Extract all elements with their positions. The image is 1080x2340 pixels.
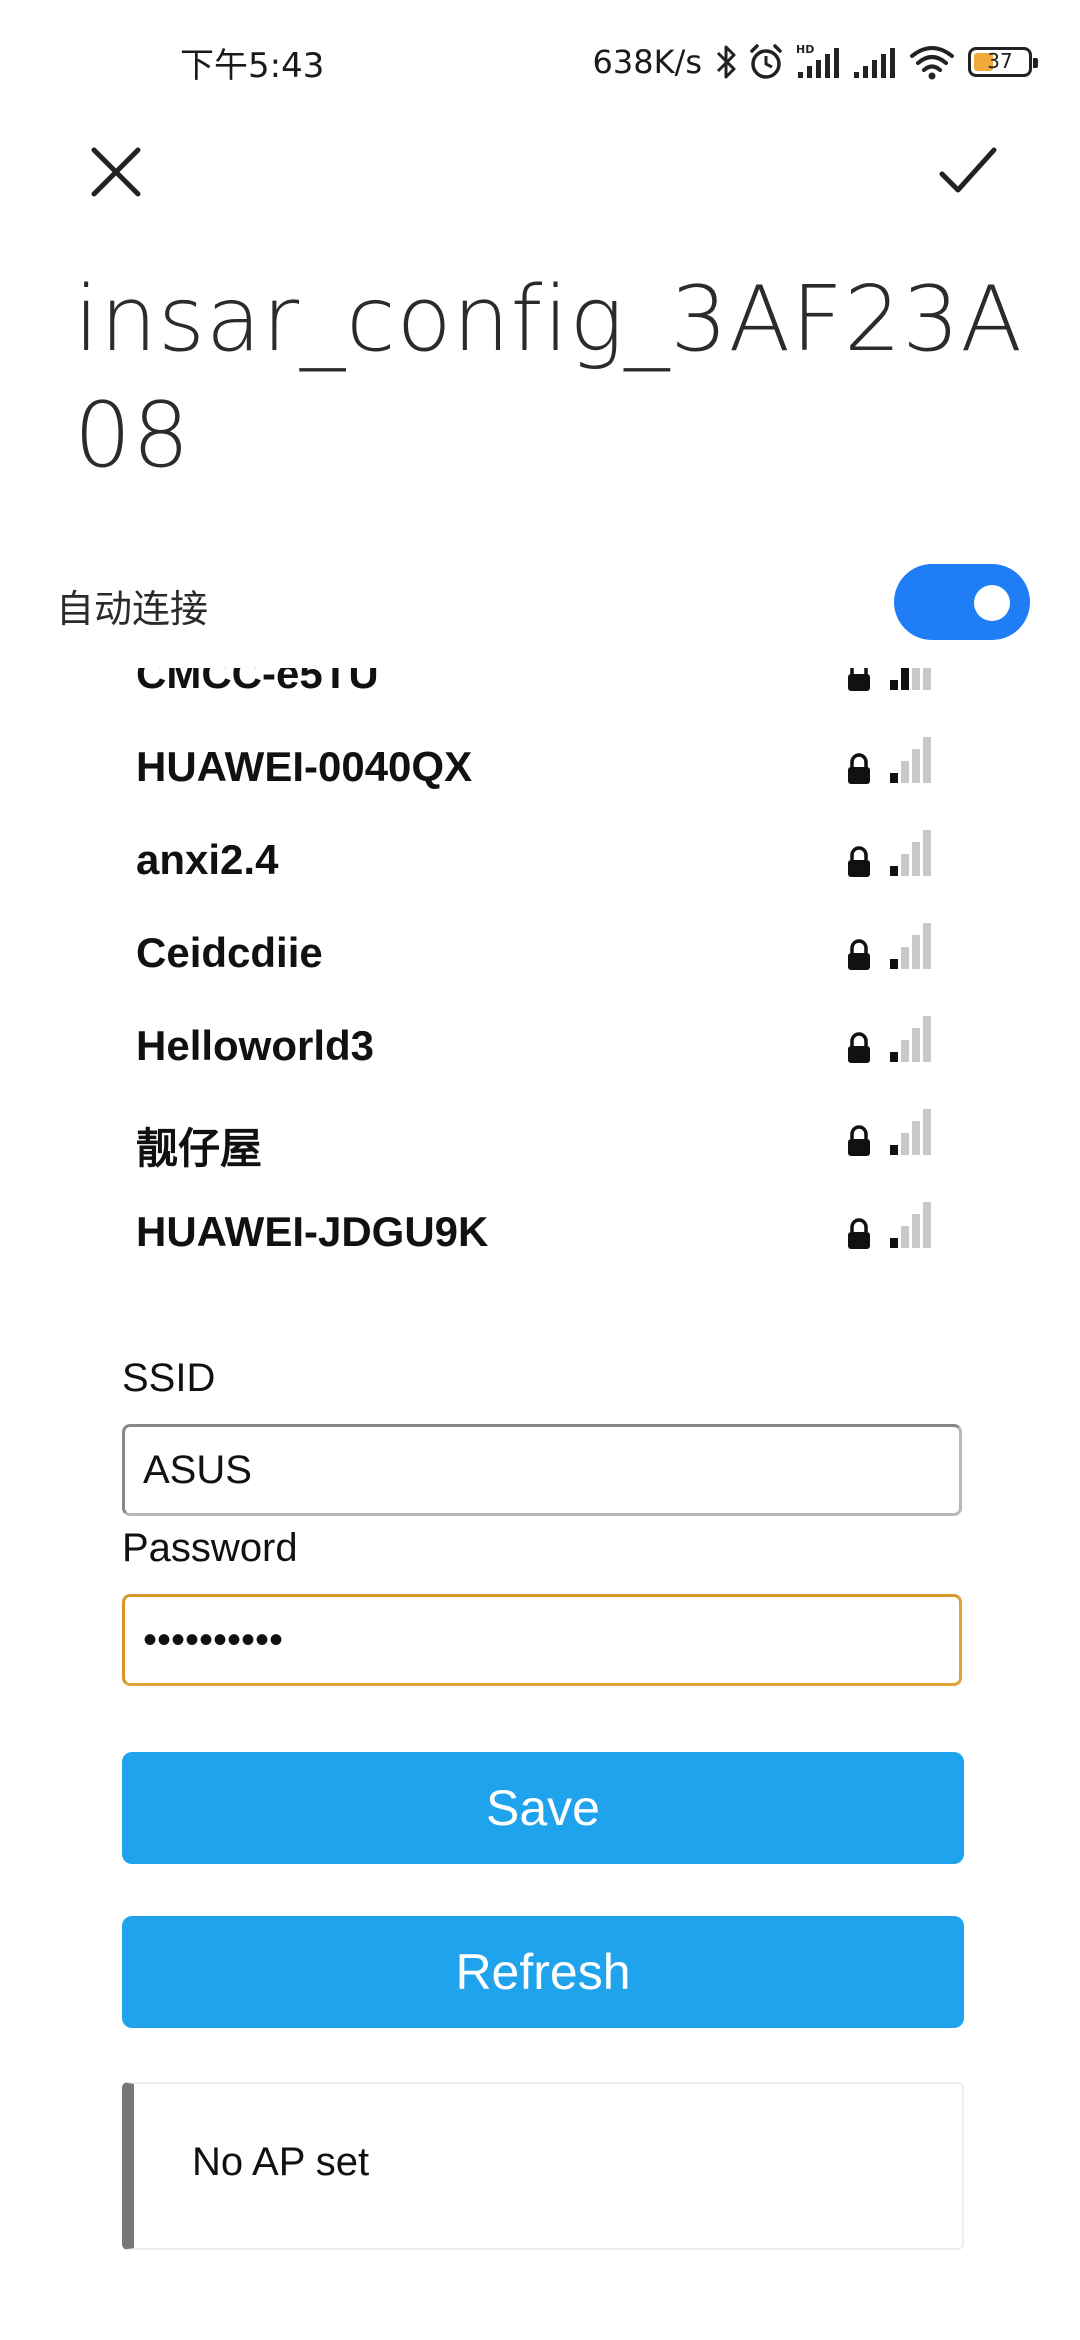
wifi-network-row[interactable]: 靓仔屋: [0, 1093, 1080, 1186]
auto-connect-row: 自动连接: [0, 560, 1080, 640]
signal-bar: [923, 923, 931, 969]
lock-icon: [848, 1125, 870, 1156]
signal-bar: [923, 1016, 931, 1062]
wifi-network-name: anxi2.4: [136, 836, 279, 883]
wifi-network-row[interactable]: Helloworld3: [0, 1000, 1080, 1093]
toggle-knob: [974, 585, 1010, 621]
page-title: insar_config_3AF23A08: [74, 267, 1024, 488]
status-bar: 下午5:43 638K/s HD 37: [0, 0, 1080, 120]
status-time: 下午5:43: [180, 46, 325, 86]
wifi-network-name: 靓仔屋: [136, 1125, 263, 1172]
signal-strength-icon: [890, 923, 931, 969]
wifi-network-name: Ceidcdiie: [136, 929, 323, 976]
lock-icon: [848, 753, 870, 784]
config-webview[interactable]: CMCC-e5TU HUAWEI-0040QX anxi2.4 Ceidcdiie He…: [0, 668, 1080, 2340]
close-icon: [91, 147, 141, 197]
status-message: No AP set: [192, 2140, 370, 2184]
wifi-icon: [908, 42, 956, 82]
lock-icon: [848, 668, 870, 691]
wifi-network-name: HUAWEI-0040QX: [136, 743, 473, 790]
signal-bar: [901, 1226, 909, 1248]
signal-bar: [923, 668, 931, 690]
signal-bar: [890, 1145, 898, 1155]
wifi-network-row[interactable]: HUAWEI-JDGU9K: [0, 1186, 1080, 1279]
signal-strength-icon: [890, 830, 931, 876]
lock-icon: [848, 1032, 870, 1063]
status-icons: 638K/s HD 37: [592, 40, 1038, 84]
alarm-icon: [746, 42, 786, 82]
signal-bar: [901, 1133, 909, 1155]
confirm-button[interactable]: [926, 134, 1010, 210]
signal-bar: [923, 1109, 931, 1155]
wifi-network-name: CMCC-e5TU: [136, 668, 379, 697]
signal-bar: [912, 935, 920, 969]
hd-signal-icon: HD: [794, 42, 844, 82]
ssid-input[interactable]: [122, 1424, 962, 1516]
signal-strength-icon: [890, 1202, 931, 1248]
signal-bar: [923, 737, 931, 783]
signal-bar: [923, 1202, 931, 1248]
close-button[interactable]: [78, 134, 154, 210]
signal-bar: [912, 1028, 920, 1062]
signal-bar: [912, 668, 920, 690]
signal-bar: [901, 668, 909, 690]
signal-bar: [890, 773, 898, 783]
status-message-box: No AP set: [122, 2082, 964, 2250]
wifi-network-row[interactable]: anxi2.4: [0, 814, 1080, 907]
signal-bar: [890, 866, 898, 876]
wifi-network-row[interactable]: HUAWEI-0040QX: [0, 721, 1080, 814]
battery-icon: 37: [968, 47, 1038, 77]
svg-text:HD: HD: [796, 43, 814, 56]
signal-bar: [912, 1214, 920, 1248]
wifi-network-name: Helloworld3: [136, 1022, 375, 1069]
check-icon: [939, 147, 997, 193]
signal-bar: [901, 1040, 909, 1062]
refresh-button[interactable]: Refresh: [122, 1916, 964, 2028]
signal-bar: [912, 842, 920, 876]
signal-strength-icon: [890, 668, 931, 690]
wifi-network-name: HUAWEI-JDGU9K: [136, 1208, 489, 1255]
bluetooth-icon: [714, 42, 738, 82]
signal-bar: [890, 680, 898, 690]
auto-connect-toggle[interactable]: [894, 564, 1030, 640]
signal-strength-icon: [890, 1109, 931, 1155]
signal-strength-icon: [890, 1016, 931, 1062]
network-speed: 638K/s: [592, 43, 702, 81]
password-label: Password: [122, 1526, 298, 1570]
lock-icon: [848, 846, 870, 877]
signal-bar: [890, 1238, 898, 1248]
signal-bar: [890, 1052, 898, 1062]
signal-bar: [890, 959, 898, 969]
signal-bar: [901, 947, 909, 969]
lock-icon: [848, 1218, 870, 1249]
cell-signal-icon: [852, 42, 900, 82]
wifi-network-list: CMCC-e5TU HUAWEI-0040QX anxi2.4 Ceidcdiie He…: [0, 668, 1080, 1279]
wifi-network-row[interactable]: CMCC-e5TU: [0, 668, 1080, 721]
signal-strength-icon: [890, 737, 931, 783]
signal-bar: [912, 1121, 920, 1155]
signal-bar: [901, 854, 909, 876]
signal-bar: [912, 749, 920, 783]
auto-connect-label: 自动连接: [56, 587, 209, 631]
password-input[interactable]: [122, 1594, 962, 1686]
battery-level: 37: [987, 49, 1013, 73]
signal-bar: [923, 830, 931, 876]
ssid-label: SSID: [122, 1356, 216, 1400]
save-button[interactable]: Save: [122, 1752, 964, 1864]
signal-bar: [901, 761, 909, 783]
wifi-network-row[interactable]: Ceidcdiie: [0, 907, 1080, 1000]
lock-icon: [848, 939, 870, 970]
